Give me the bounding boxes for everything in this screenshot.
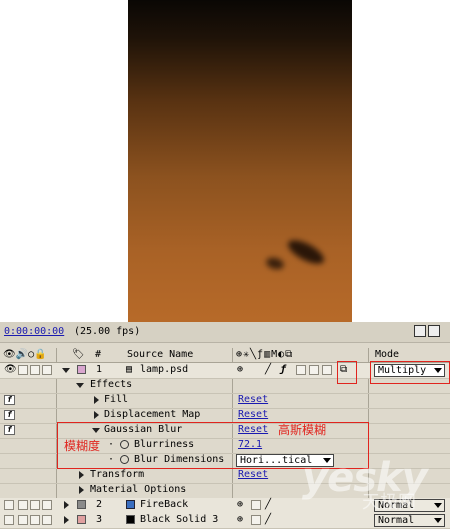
file-icon: ▤: [126, 364, 133, 375]
highlight-3d-switch: [337, 361, 357, 384]
timeline-header-bar: 0:00:00:00 (25.00 fps): [0, 322, 450, 343]
effect-row-fill[interactable]: f Fill Reset: [0, 393, 450, 409]
video-switch[interactable]: [4, 515, 14, 525]
quality-switch-icon[interactable]: ╱: [265, 499, 271, 510]
layer-row-3[interactable]: 3 Black Solid 3 ⊕ ╱ Normal: [0, 513, 450, 529]
comp-button-icon[interactable]: [428, 325, 440, 337]
annotation-blurriness: 模糊度: [64, 439, 101, 453]
comp-flowchart-icon[interactable]: [414, 325, 426, 337]
composition-preview[interactable]: [128, 0, 352, 322]
label-column-icon: 🏷: [72, 349, 85, 360]
shy-switch-icon[interactable]: ⊕: [237, 364, 243, 375]
shadow-blob-small: [264, 255, 286, 272]
collapse-switch[interactable]: [251, 500, 261, 510]
dropdown-arrow-icon: [434, 518, 442, 523]
shy-switch-icon[interactable]: ⊕: [237, 514, 243, 525]
audio-switch[interactable]: [18, 500, 28, 510]
adjustment-switch[interactable]: [322, 365, 332, 375]
audio-switch[interactable]: [18, 515, 28, 525]
mode-column-header[interactable]: Mode: [375, 349, 399, 361]
layer-name[interactable]: FireBack: [140, 499, 188, 510]
effects-group-label: Effects: [90, 379, 133, 390]
expand-arrow-icon[interactable]: [76, 383, 84, 388]
eye-icon[interactable]: 👁: [4, 364, 17, 375]
current-time-display[interactable]: 0:00:00:00: [4, 326, 64, 337]
layer-name[interactable]: Black Solid 3: [140, 514, 218, 525]
reset-link-transform[interactable]: Reset: [238, 469, 268, 480]
video-switch[interactable]: [4, 500, 14, 510]
frame-rate-label: (25.00 fps): [74, 326, 141, 337]
motion-blur-switch[interactable]: [309, 365, 319, 375]
reset-link-displacement[interactable]: Reset: [238, 409, 268, 420]
solo-switch[interactable]: [30, 515, 40, 525]
solo-switch[interactable]: [30, 500, 40, 510]
shy-switch-icon[interactable]: ⊕: [237, 499, 243, 510]
lock-switch[interactable]: [42, 500, 52, 510]
watermark-subtitle: 天极网: [362, 492, 416, 513]
effect-toggle-icon[interactable]: f: [4, 425, 15, 435]
label-color-swatch[interactable]: [77, 500, 86, 509]
comp-icon: [126, 500, 135, 509]
effect-switch-icon[interactable]: ƒ: [280, 364, 286, 375]
label-color-swatch[interactable]: [77, 365, 86, 374]
lock-switch[interactable]: [42, 365, 52, 375]
av-features-icons: 👁🔊○🔒: [3, 349, 47, 360]
reset-link-fill[interactable]: Reset: [238, 394, 268, 405]
label-color-swatch[interactable]: [77, 515, 86, 524]
collapse-arrow-icon[interactable]: [94, 411, 99, 419]
lock-switch[interactable]: [42, 515, 52, 525]
layer-number: 3: [96, 514, 103, 525]
timeline-toolbar: [414, 325, 442, 340]
collapse-arrow-icon[interactable]: [79, 471, 84, 479]
audio-switch[interactable]: [18, 365, 28, 375]
layer-number: 1: [96, 364, 103, 375]
dropdown-arrow-icon: [434, 503, 442, 508]
effect-label-fill: Fill: [104, 394, 129, 405]
transform-label: Transform: [90, 469, 145, 480]
solo-switch[interactable]: [30, 365, 40, 375]
frame-blend-switch[interactable]: [296, 365, 306, 375]
expand-arrow-icon[interactable]: [62, 368, 70, 373]
mode-dropdown-value: Normal: [378, 515, 415, 526]
mode-dropdown[interactable]: Normal: [374, 514, 445, 527]
material-options-label: Material Options: [90, 484, 187, 495]
source-name-column-header[interactable]: Source Name: [127, 349, 193, 361]
solid-icon: [126, 515, 135, 524]
collapse-arrow-icon[interactable]: [94, 396, 99, 404]
quality-switch-icon[interactable]: ╱: [265, 364, 271, 375]
collapse-switch[interactable]: [251, 515, 261, 525]
highlight-mode: [370, 361, 450, 384]
switches-column-icons: ⊕✳╲ƒ▥M◐⧉: [236, 349, 294, 360]
collapse-arrow-icon[interactable]: [79, 486, 84, 494]
annotation-gaussian-blur: 高斯模糊: [278, 423, 327, 437]
layer-number: 2: [96, 499, 103, 510]
collapse-arrow-icon[interactable]: [64, 501, 69, 509]
number-column-header[interactable]: #: [95, 349, 101, 361]
quality-switch-icon[interactable]: ╱: [265, 514, 271, 525]
layer-name[interactable]: lamp.psd: [140, 364, 188, 375]
effect-toggle-icon[interactable]: f: [4, 395, 15, 405]
effect-label-displacement: Displacement Map: [104, 409, 201, 420]
collapse-arrow-icon[interactable]: [64, 516, 69, 524]
effect-toggle-icon[interactable]: f: [4, 410, 15, 420]
shadow-blob: [284, 235, 328, 269]
